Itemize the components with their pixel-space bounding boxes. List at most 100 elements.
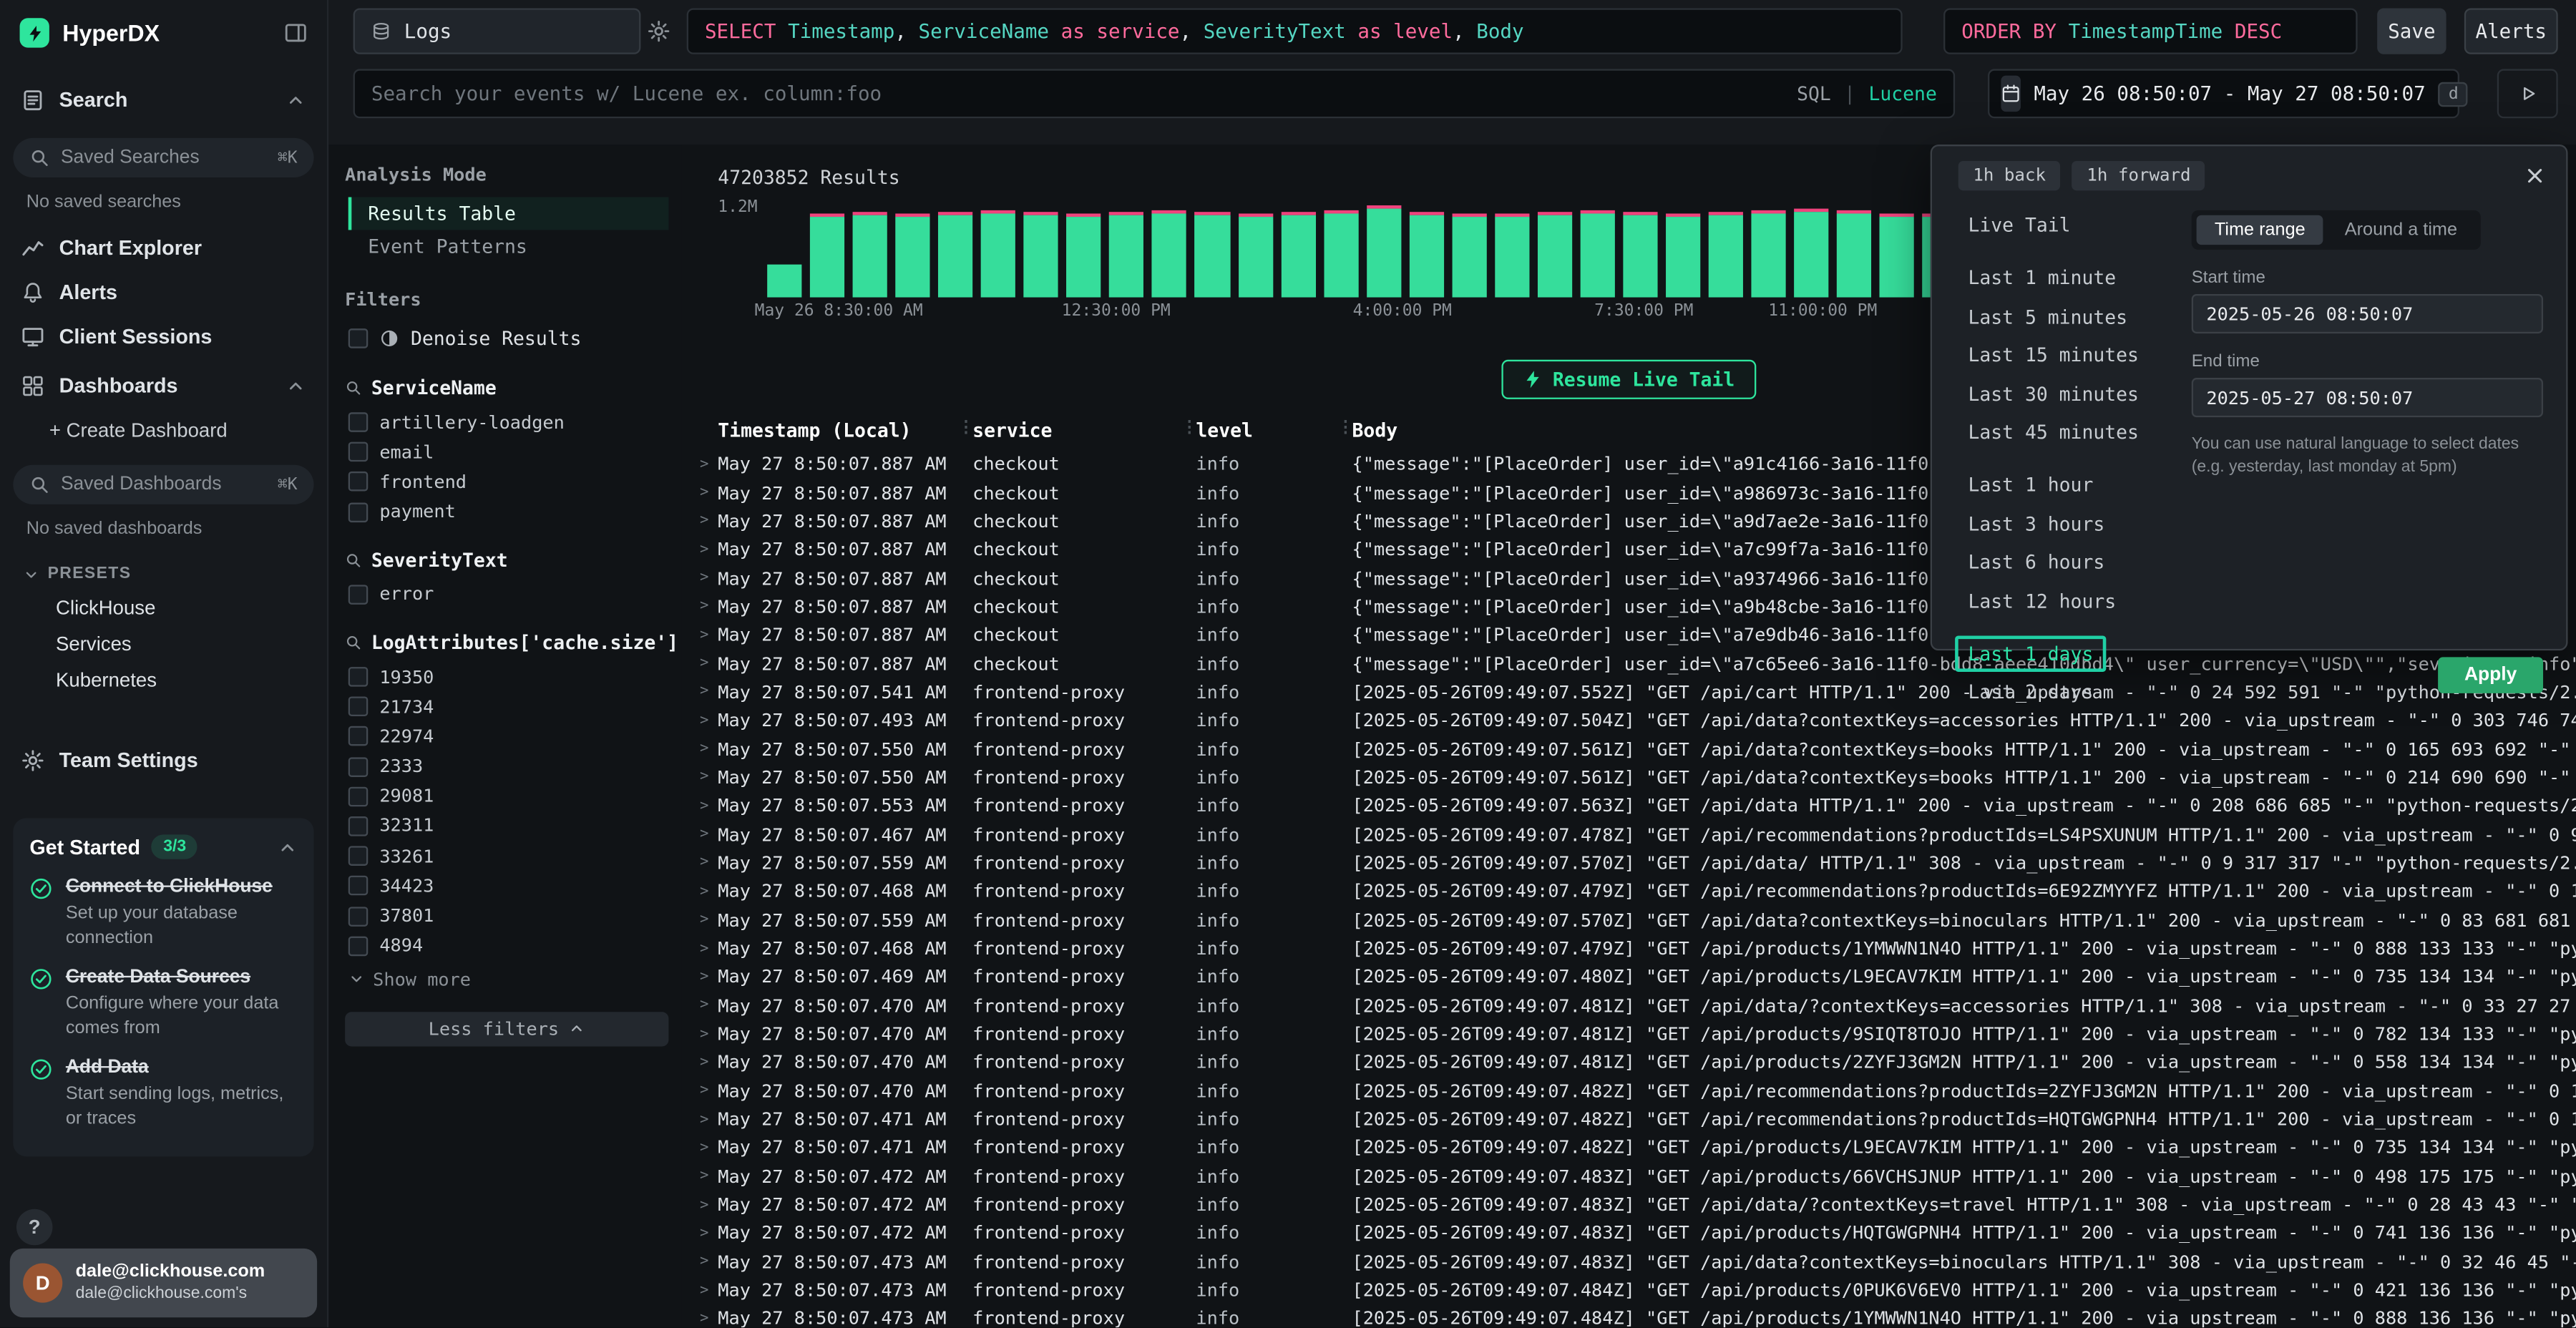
histogram-bar[interactable] (810, 213, 844, 297)
quick-range-option[interactable]: Last 1 hour (1955, 467, 2107, 503)
histogram-bar[interactable] (767, 265, 801, 298)
row-expand-chevron[interactable]: > (690, 1111, 718, 1128)
run-query-button[interactable] (2497, 69, 2558, 118)
row-expand-chevron[interactable]: > (690, 570, 718, 587)
row-expand-chevron[interactable]: > (690, 599, 718, 615)
log-table-row[interactable]: > May 27 8:50:07.553 AM frontend-proxy i… (690, 792, 2576, 821)
log-table-row[interactable]: > May 27 8:50:07.470 AM frontend-proxy i… (690, 1020, 2576, 1048)
row-expand-chevron[interactable]: > (690, 1226, 718, 1242)
column-header-service[interactable]: ⋮service (961, 419, 1184, 441)
facet-value-option[interactable]: email (345, 437, 668, 467)
calendar-icon[interactable] (2001, 76, 2021, 112)
end-time-input[interactable] (2192, 378, 2543, 417)
log-table-row[interactable]: > May 27 8:50:07.471 AM frontend-proxy i… (690, 1105, 2576, 1134)
order-by-editor[interactable]: ORDER BY TimestampTime DESC (1943, 8, 2358, 54)
facet-header[interactable]: LogAttributes['cache.size'] (345, 630, 668, 653)
row-expand-chevron[interactable]: > (690, 884, 718, 900)
row-expand-chevron[interactable]: > (690, 997, 718, 1014)
facet-value-option[interactable]: artillery-loadgen (345, 407, 668, 437)
row-expand-chevron[interactable]: > (690, 1140, 718, 1156)
row-expand-chevron[interactable]: > (690, 1254, 718, 1270)
histogram-bar[interactable] (1024, 212, 1058, 297)
quick-range-option[interactable]: Last 1 days (1955, 635, 2107, 671)
facet-value-option[interactable]: 19350 (345, 662, 668, 692)
histogram-bar[interactable] (1452, 213, 1486, 297)
histogram-bar[interactable] (1880, 213, 1914, 297)
get-started-item[interactable]: Create Data Sources Configure where your… (29, 966, 297, 1040)
preset-dashboard-item[interactable]: Services (0, 626, 327, 663)
less-filters-button[interactable]: Less filters (345, 1012, 668, 1046)
sql-select-editor[interactable]: SELECT Timestamp, ServiceName as service… (687, 8, 1903, 54)
quick-range-option[interactable]: Last 30 minutes (1955, 376, 2152, 412)
preset-dashboard-item[interactable]: ClickHouse (0, 590, 327, 626)
row-expand-chevron[interactable]: > (690, 542, 718, 558)
row-expand-chevron[interactable]: > (690, 456, 718, 473)
sidebar-item-client-sessions[interactable]: Client Sessions (0, 314, 327, 358)
row-expand-chevron[interactable]: > (690, 770, 718, 786)
search-input[interactable] (371, 82, 1784, 105)
facet-value-option[interactable]: 4894 (345, 931, 668, 961)
get-started-item[interactable]: Connect to ClickHouse Set up your databa… (29, 876, 297, 949)
quick-range-option[interactable]: Live Tail (1955, 207, 2084, 243)
row-expand-chevron[interactable]: > (690, 741, 718, 758)
source-settings-gear-icon[interactable] (648, 18, 670, 49)
row-expand-chevron[interactable]: > (690, 713, 718, 729)
facet-value-option[interactable]: payment (345, 497, 668, 527)
row-expand-chevron[interactable]: > (690, 684, 718, 700)
quick-range-option[interactable]: Last 5 minutes (1955, 298, 2140, 335)
facet-value-option[interactable]: 34423 (345, 871, 668, 901)
resume-live-tail-button[interactable]: Resume Live Tail (1502, 360, 1756, 399)
histogram-bar[interactable] (1623, 212, 1657, 297)
sidebar-collapse-icon[interactable] (284, 21, 307, 44)
alerts-button[interactable]: Alerts (2464, 8, 2558, 54)
tab-time-range[interactable]: Time range (2197, 215, 2323, 245)
log-table-row[interactable]: > May 27 8:50:07.472 AM frontend-proxy i… (690, 1219, 2576, 1248)
facet-value-option[interactable]: error (345, 580, 668, 610)
row-expand-chevron[interactable]: > (690, 1168, 718, 1185)
histogram-bar[interactable] (938, 212, 972, 297)
histogram-bar[interactable] (1067, 213, 1101, 297)
sidebar-item-dashboards[interactable]: Dashboards (0, 363, 327, 407)
histogram-bar[interactable] (1794, 209, 1828, 298)
histogram-bar[interactable] (1324, 210, 1358, 298)
chevron-up-icon[interactable] (286, 89, 306, 109)
facet-header[interactable]: SeverityText (345, 548, 668, 571)
get-started-item[interactable]: Add Data Start sending logs, metrics, or… (29, 1056, 297, 1130)
histogram-bar[interactable] (1366, 205, 1400, 298)
histogram-bar[interactable] (1238, 213, 1272, 297)
close-icon[interactable] (2524, 165, 2547, 187)
shift-1h-back-button[interactable]: 1h back (1958, 161, 2061, 190)
row-expand-chevron[interactable]: > (690, 513, 718, 529)
user-menu[interactable]: D dale@clickhouse.com dale@clickhouse.co… (10, 1249, 317, 1317)
log-table-row[interactable]: > May 27 8:50:07.472 AM frontend-proxy i… (690, 1191, 2576, 1219)
sidebar-item-team-settings[interactable]: Team Settings (0, 738, 327, 782)
quick-range-option[interactable]: Last 6 hours (1955, 544, 2118, 580)
row-expand-chevron[interactable]: > (690, 1282, 718, 1299)
histogram-bar[interactable] (1580, 210, 1614, 298)
log-table-row[interactable]: > May 27 8:50:07.468 AM frontend-proxy i… (690, 877, 2576, 906)
row-expand-chevron[interactable]: > (690, 826, 718, 843)
log-table-row[interactable]: > May 27 8:50:07.470 AM frontend-proxy i… (690, 992, 2576, 1020)
row-expand-chevron[interactable]: > (690, 1197, 718, 1214)
histogram-bar[interactable] (1752, 210, 1786, 298)
row-expand-chevron[interactable]: > (690, 1055, 718, 1071)
shift-1h-forward-button[interactable]: 1h forward (2072, 161, 2205, 190)
row-expand-chevron[interactable]: > (690, 1083, 718, 1100)
histogram-bar[interactable] (1709, 212, 1743, 297)
histogram-bar[interactable] (1281, 212, 1315, 297)
log-table-row[interactable]: > May 27 8:50:07.473 AM frontend-proxy i… (690, 1305, 2576, 1327)
log-table-row[interactable]: > May 27 8:50:07.467 AM frontend-proxy i… (690, 821, 2576, 849)
log-table-row[interactable]: > May 27 8:50:07.559 AM frontend-proxy i… (690, 849, 2576, 878)
quick-range-option[interactable]: Last 45 minutes (1955, 414, 2152, 451)
histogram-bar[interactable] (1409, 212, 1443, 297)
row-expand-chevron[interactable]: > (690, 798, 718, 814)
histogram-bar[interactable] (1666, 213, 1700, 297)
histogram-bar[interactable] (981, 210, 1015, 298)
facet-header[interactable]: ServiceName (345, 376, 668, 399)
saved-dashboards-input[interactable]: Saved Dashboards ⌘K (13, 465, 313, 504)
save-button[interactable]: Save (2377, 8, 2446, 54)
row-expand-chevron[interactable]: > (690, 912, 718, 929)
apply-button[interactable]: Apply (2438, 656, 2543, 693)
log-table-row[interactable]: > May 27 8:50:07.472 AM frontend-proxy i… (690, 1163, 2576, 1191)
quick-range-option[interactable]: Last 1 minute (1955, 260, 2129, 296)
